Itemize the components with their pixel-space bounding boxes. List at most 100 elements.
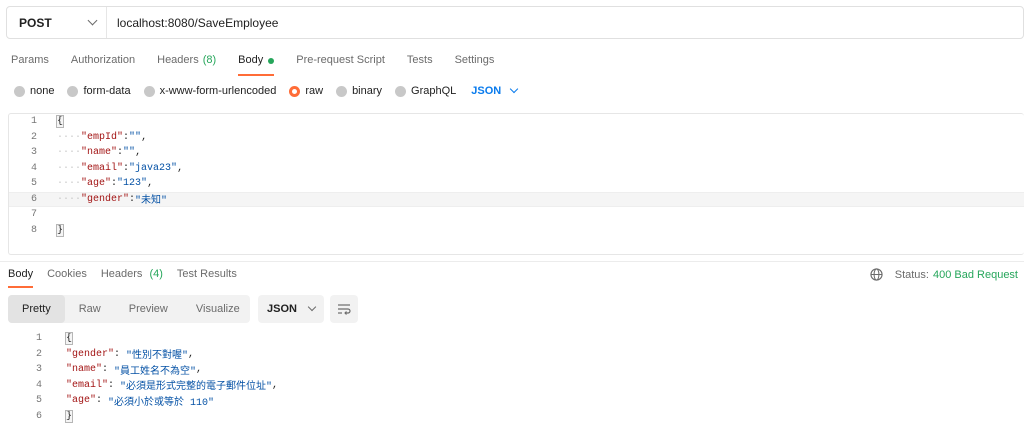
radio-binary[interactable]: binary: [336, 85, 382, 97]
json-value: "": [129, 131, 142, 143]
view-pretty-button[interactable]: Pretty: [8, 295, 65, 323]
code-line: 1 {: [8, 331, 1024, 347]
response-view-group: Pretty Raw Preview Visualize: [8, 295, 250, 323]
radio-form-data-label: form-data: [83, 85, 131, 97]
code-content: "name": "員工姓名不為空",: [46, 362, 202, 378]
json-value: "員工姓名不為空": [114, 366, 197, 378]
code-line: 5 "age": "必須小於或等於 110": [8, 393, 1024, 409]
line-number: 2: [30, 131, 37, 143]
tab-tests[interactable]: Tests: [407, 54, 433, 76]
json-key: "email": [66, 379, 109, 391]
code-line: 4 ···· "email": "java23",: [9, 161, 1024, 177]
url-input[interactable]: localhost:8080/SaveEmployee: [107, 16, 278, 30]
radio-none-label: none: [30, 85, 55, 97]
tab-tests-label: Tests: [406, 54, 433, 66]
close-brace: }: [64, 409, 74, 423]
body-type-options: none form-data x-www-form-urlencoded raw…: [14, 84, 519, 98]
resp-tab-test-results[interactable]: Test Results: [177, 268, 237, 288]
json-key: "email": [81, 162, 124, 174]
radio-urlencoded[interactable]: x-www-form-urlencoded: [143, 85, 277, 97]
pane-divider[interactable]: [0, 261, 1024, 262]
radio-graphql[interactable]: GraphQL: [395, 85, 456, 97]
json-value: "必須小於或等於 110": [108, 397, 215, 409]
request-tabs: Params Authorization Headers (8) Body Pre…: [11, 54, 516, 76]
line-number: 4: [30, 162, 37, 174]
language-select[interactable]: JSON: [471, 84, 519, 97]
globe-icon[interactable]: [870, 268, 883, 281]
code-line: 1 {: [9, 114, 1024, 130]
tab-authorization-label: Authorization: [70, 54, 136, 66]
code-line: 8 }: [9, 223, 1024, 239]
tab-authorization[interactable]: Authorization: [71, 54, 135, 76]
radio-urlencoded-label: x-www-form-urlencoded: [159, 85, 277, 97]
tab-settings[interactable]: Settings: [455, 54, 495, 76]
json-key: "age": [66, 395, 97, 407]
wrap-lines-icon: [338, 304, 351, 315]
radio-raw[interactable]: raw: [289, 85, 323, 97]
tab-body-label: Body: [238, 54, 264, 66]
chevron-down-icon: [307, 302, 317, 312]
code-content: "email": "必須是形式完整的電子郵件位址",: [46, 377, 278, 394]
radio-icon: [14, 85, 25, 97]
code-line: 6 }: [8, 409, 1024, 425]
tab-headers[interactable]: Headers (8): [157, 54, 216, 76]
json-value: "性別不對喔": [126, 351, 189, 363]
radio-icon: [67, 85, 79, 97]
code-content: ···· "email": "java23",: [57, 162, 184, 174]
resp-tab-headers[interactable]: Headers (4): [101, 268, 163, 288]
open-brace: {: [64, 332, 74, 346]
tab-settings-label: Settings: [454, 54, 495, 66]
line-number: 6: [30, 193, 37, 205]
resp-tab-cookies[interactable]: Cookies: [47, 268, 87, 288]
response-body-viewer[interactable]: 1 { 2 "gender": "性別不對喔", 3 "name": "員工姓名…: [8, 331, 1024, 427]
tab-pre-request-script[interactable]: Pre-request Script: [296, 54, 385, 76]
line-number: 8: [30, 224, 37, 236]
radio-binary-label: binary: [352, 85, 383, 97]
request-url-bar: POST localhost:8080/SaveEmployee: [6, 6, 1024, 39]
code-line: 2 ···· "empId": "",: [9, 130, 1024, 146]
code-content: ···· "gender": "未知": [41, 191, 168, 208]
tab-params-label: Params: [11, 54, 49, 66]
code-content: "age": "必須小於或等於 110": [46, 393, 214, 409]
line-number: 3: [30, 147, 37, 159]
json-key: "name": [66, 364, 103, 376]
line-number: 7: [30, 209, 37, 221]
code-line: 3 "name": "員工姓名不為空",: [8, 362, 1024, 378]
view-preview-button[interactable]: Preview: [115, 295, 182, 323]
tab-headers-count: (8): [202, 54, 217, 66]
radio-icon: [143, 85, 155, 97]
language-select-label: JSON: [471, 85, 502, 97]
view-raw-button[interactable]: Raw: [65, 295, 115, 323]
tab-headers-label: Headers: [157, 54, 199, 66]
wrap-lines-button[interactable]: [330, 295, 358, 323]
json-value: "未知": [135, 196, 168, 208]
code-content: {: [41, 115, 65, 129]
code-line: 4 "email": "必須是形式完整的電子郵件位址",: [8, 378, 1024, 394]
method-select[interactable]: POST: [7, 7, 107, 38]
code-content: "gender": "性別不對喔",: [46, 346, 194, 363]
line-number: 4: [35, 379, 42, 391]
code-content: ···· "age": "123",: [57, 178, 154, 190]
response-format-select[interactable]: JSON: [258, 295, 324, 323]
body-indicator-dot: [268, 58, 275, 64]
line-number: 5: [30, 178, 37, 190]
line-number: 6: [35, 410, 42, 422]
status-label: Status:: [894, 268, 929, 281]
resp-tab-headers-label: Headers: [100, 268, 143, 280]
json-key: "empId": [81, 131, 124, 143]
code-line-active: 6 ···· "gender": "未知": [9, 191, 1024, 208]
code-content: {: [46, 332, 74, 346]
request-body-editor[interactable]: 1 { 2 ···· "empId": "", 3 ···· "name": "", 4…: [8, 113, 1024, 255]
radio-form-data[interactable]: form-data: [67, 85, 131, 97]
radio-checked-icon: [289, 85, 301, 97]
close-brace: }: [55, 223, 65, 237]
tab-body[interactable]: Body: [238, 54, 275, 76]
tab-params[interactable]: Params: [11, 54, 49, 76]
resp-tab-body[interactable]: Body: [8, 268, 34, 288]
radio-raw-label: raw: [305, 85, 324, 97]
view-visualize-button[interactable]: Visualize: [182, 295, 254, 323]
status-value[interactable]: 400 Bad Request: [933, 269, 1018, 281]
resp-headers-count: (4): [149, 268, 163, 280]
radio-none[interactable]: none: [14, 85, 54, 97]
json-key: "gender": [81, 193, 130, 205]
